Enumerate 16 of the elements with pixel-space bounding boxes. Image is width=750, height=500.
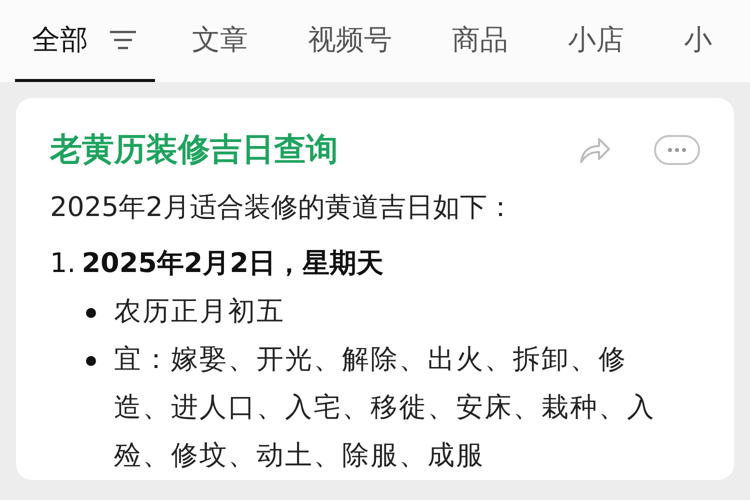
bullet-text: 宜：嫁娶、开光、解除、出火、拆卸、修造、进人口、入宅、移徙、安床、栽种、入殓、修坟、动土、除服、成服 xyxy=(114,343,656,473)
intro-text: 2025年2月适合装修的黄道吉日如下： xyxy=(50,191,515,225)
tab[interactable]: 小店 xyxy=(551,21,641,82)
share-icon[interactable] xyxy=(578,135,612,165)
tab[interactable]: 商品 xyxy=(435,21,525,82)
list-number: 1. xyxy=(50,247,76,281)
tab[interactable]: 全部 xyxy=(15,21,155,82)
more-icon[interactable] xyxy=(654,135,700,165)
bullet-icon xyxy=(86,308,96,318)
filter-icon[interactable] xyxy=(108,29,138,51)
tab[interactable]: 视频号 xyxy=(291,21,409,82)
bullet-icon xyxy=(86,356,96,366)
date-heading: 2025年2月2日，星期天 xyxy=(82,247,384,281)
tab[interactable]: 小 xyxy=(667,21,729,82)
bullet-text: 农历正月初五 xyxy=(114,295,286,329)
tab[interactable]: 文章 xyxy=(175,21,265,82)
